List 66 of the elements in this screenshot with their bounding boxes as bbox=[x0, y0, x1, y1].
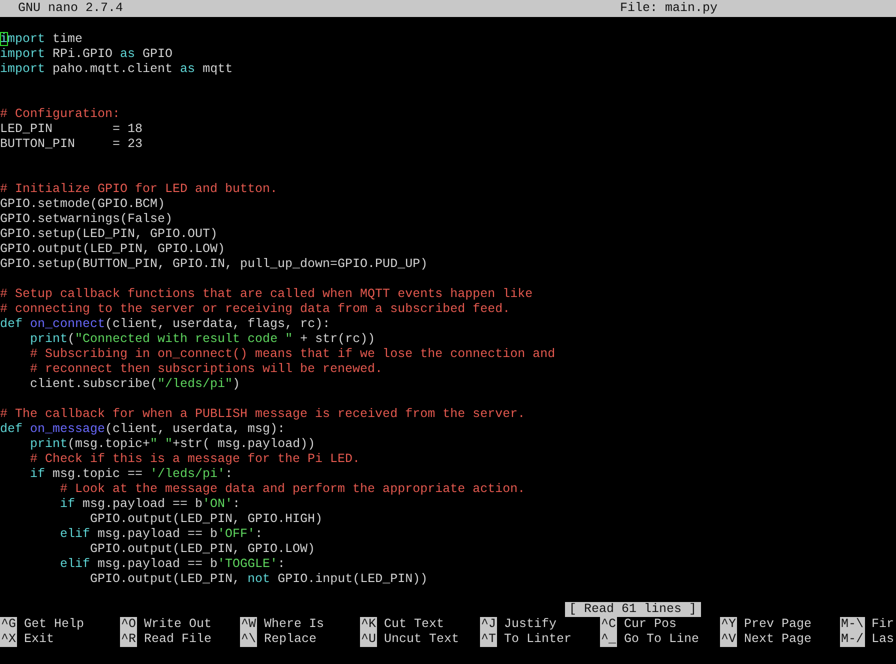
shortcut-key: ^Y bbox=[720, 617, 738, 632]
code-line: import RPi.GPIO as GPIO bbox=[0, 47, 174, 62]
shortcut-key: ^\ bbox=[240, 632, 258, 647]
shortcut-key: M-/ bbox=[840, 632, 865, 647]
code-line: def on_connect(client, userdata, flags, rc): bbox=[0, 317, 332, 332]
shortcut-label: Prev Page bbox=[744, 617, 812, 632]
shortcut-label: Get Help bbox=[24, 617, 84, 632]
shortcut-label: Where Is bbox=[264, 617, 324, 632]
app-version: GNU nano 2.7.4 bbox=[18, 1, 124, 16]
code-line: GPIO.output(LED_PIN, GPIO.LOW) bbox=[0, 242, 226, 257]
shortcut-key: ^R bbox=[120, 632, 138, 647]
shortcut-key: ^T bbox=[480, 632, 498, 647]
code-line: GPIO.setup(LED_PIN, GPIO.OUT) bbox=[0, 227, 219, 242]
shortcut-key: ^V bbox=[720, 632, 738, 647]
shortcut-label: Next Page bbox=[744, 632, 812, 647]
code-line: GPIO.setup(BUTTON_PIN, GPIO.IN, pull_up_down=GPIO.PUD_UP) bbox=[0, 257, 429, 272]
shortcut-label: Write Out bbox=[144, 617, 212, 632]
shortcut-key: ^O bbox=[120, 617, 138, 632]
code-line: # Initialize GPIO for LED and button. bbox=[0, 182, 279, 197]
code-line: GPIO.output(LED_PIN, GPIO.LOW) bbox=[89, 542, 316, 557]
shortcut-label: Las bbox=[872, 632, 894, 647]
shortcut-label: Cur Pos bbox=[624, 617, 677, 632]
status-message: [ Read 61 lines ] bbox=[565, 602, 701, 617]
code-line: # connecting to the server or receiving data from a subscribed feed. bbox=[0, 302, 512, 317]
shortcut-key: M-\ bbox=[840, 617, 865, 632]
code-line: GPIO.setmode(GPIO.BCM) bbox=[0, 197, 166, 212]
code-line: # The callback for when a PUBLISH message is received from the server. bbox=[0, 407, 526, 422]
shortcut-label: Cut Text bbox=[384, 617, 444, 632]
shortcut-label: To Linter bbox=[504, 632, 572, 647]
code-line: def on_message(client, userdata, msg): bbox=[0, 422, 286, 437]
code-line: elif msg.payload == b'OFF': bbox=[59, 527, 264, 542]
code-line: print(msg.topic+" "+str( msg.payload)) bbox=[29, 437, 316, 452]
code-line: BUTTON_PIN = 23 bbox=[0, 137, 144, 152]
code-line: LED_PIN = 18 bbox=[0, 122, 144, 137]
shortcut-label: Go To Line bbox=[624, 632, 700, 647]
code-line: import time bbox=[0, 32, 84, 47]
shortcut-label: Replace bbox=[264, 632, 317, 647]
shortcut-key: ^W bbox=[240, 617, 258, 632]
shortcut-key: ^G bbox=[0, 617, 18, 632]
shortcut-key: ^J bbox=[480, 617, 498, 632]
code-line: elif msg.payload == b'TOGGLE': bbox=[59, 557, 286, 572]
code-line: if msg.payload == b'ON': bbox=[59, 497, 242, 512]
code-line: client.subscribe("/leds/pi") bbox=[29, 377, 242, 392]
file-name: File: main.py bbox=[620, 1, 719, 16]
code-line: print("Connected with result code " + str(rc)) bbox=[29, 332, 376, 347]
shortcut-label: Fir bbox=[872, 617, 894, 632]
code-line: # Setup callback functions that are called when MQTT events happen like bbox=[0, 287, 534, 302]
shortcut-key: ^X bbox=[0, 632, 18, 647]
code-line: # Configuration: bbox=[0, 107, 122, 122]
shortcut-key: ^K bbox=[360, 617, 378, 632]
shortcut-label: Read File bbox=[144, 632, 212, 647]
shortcut-label: Exit bbox=[24, 632, 54, 647]
shortcut-key: ^C bbox=[600, 617, 618, 632]
code-line: # reconnect then subscriptions will be renewed. bbox=[29, 362, 384, 377]
shortcut-label: Justify bbox=[504, 617, 557, 632]
code-line: if msg.topic == '/leds/pi': bbox=[29, 467, 234, 482]
code-line: # Check if this is a message for the Pi LED. bbox=[29, 452, 362, 467]
shortcut-key: ^_ bbox=[600, 632, 618, 647]
code-line: GPIO.output(LED_PIN, not GPIO.input(LED_PIN)) bbox=[89, 572, 429, 587]
code-line: GPIO.output(LED_PIN, GPIO.HIGH) bbox=[89, 512, 324, 527]
shortcut-key: ^U bbox=[360, 632, 378, 647]
shortcut-label: Uncut Text bbox=[384, 632, 460, 647]
code-line: # Subscribing in on_connect() means that if we lose the connection and bbox=[29, 347, 556, 362]
code-line: import paho.mqtt.client as mqtt bbox=[0, 62, 234, 77]
code-line: GPIO.setwarnings(False) bbox=[0, 212, 174, 227]
code-line: # Look at the message data and perform the appropriate action. bbox=[59, 482, 526, 497]
